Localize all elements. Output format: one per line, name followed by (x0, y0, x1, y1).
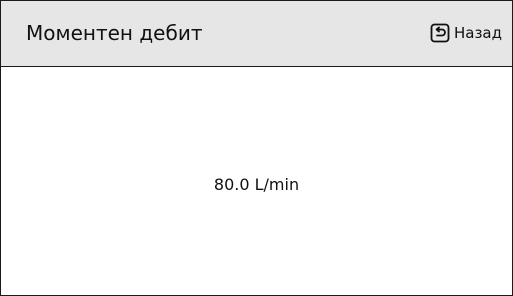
instant-flow-screen: Моментен дебит Назад 80.0 L/min (0, 0, 513, 296)
flow-value: 80.0 L/min (213, 175, 300, 194)
back-button-label: Назад (453, 24, 502, 42)
content-area: 80.0 L/min (1, 67, 512, 295)
page-title: Моментен дебит (26, 21, 203, 45)
back-return-icon (430, 23, 450, 43)
header-bar: Моментен дебит Назад (1, 1, 512, 67)
back-button[interactable]: Назад (430, 22, 502, 44)
